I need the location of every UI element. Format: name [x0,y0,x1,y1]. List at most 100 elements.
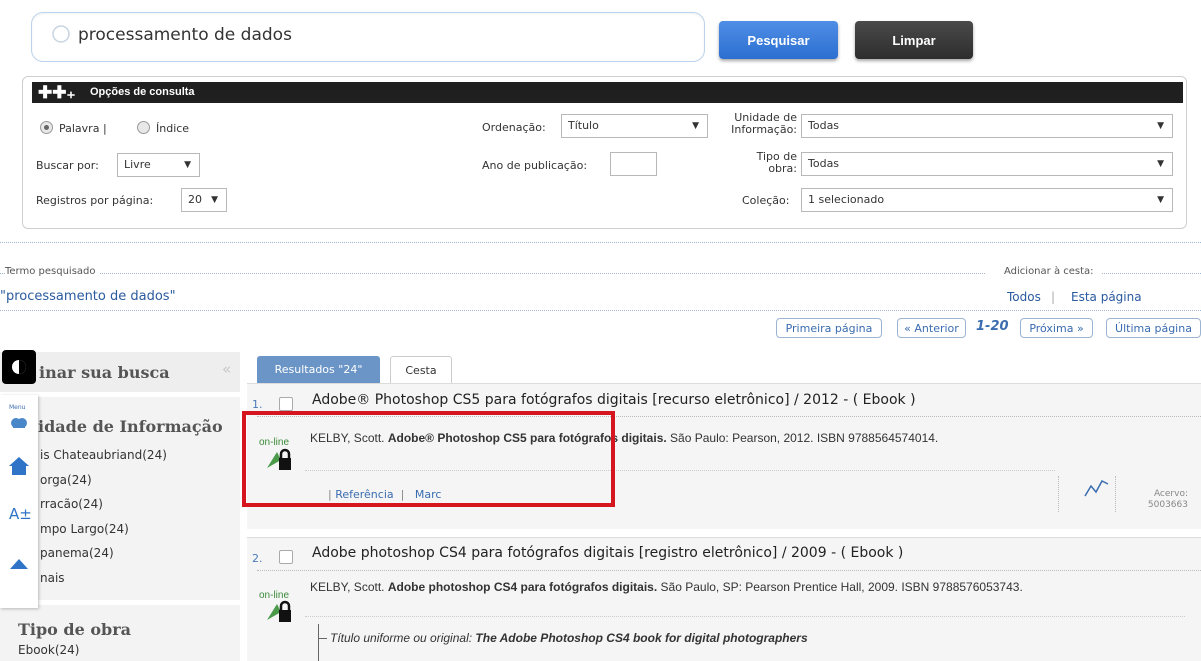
per-page-label: Registros por página: [36,194,154,207]
next-page-button[interactable]: Próxima » [1020,318,1093,338]
result-number: 2. [252,552,263,565]
order-value: Título [568,119,599,132]
result-description: KELBY, Scott. Adobe photoshop CS4 para f… [310,580,1023,594]
search-term-label: Termo pesquisado [5,266,99,277]
result-title[interactable]: Adobe photoshop CS4 para fotógrafos digi… [312,545,903,561]
clear-button[interactable]: Limpar [855,21,973,59]
search-by-value: Livre [124,158,151,171]
facet-unit-item[interactable]: orga(24) [40,468,167,493]
acervo-label: Acervo: [1153,489,1188,499]
facet-type-item[interactable]: Ebook(24) [18,643,79,657]
unit-label-line2: Informação: [731,123,797,136]
facet-unit-item[interactable]: is Chateaubriand(24) [40,443,167,468]
result-author: KELBY, Scott. [310,580,385,594]
dropdown-arrow-icon: ▼ [184,160,191,170]
radio-word-label: Palavra | [59,122,107,135]
collection-value: 1 selecionado [808,193,885,206]
dropdown-arrow-icon: ▼ [692,121,699,131]
collapse-sidebar-icon[interactable]: « [222,360,231,378]
cart-add-all-link[interactable]: Todos [1007,290,1041,304]
radio-word[interactable] [40,121,53,134]
search-button[interactable]: Pesquisar [719,21,838,59]
divider [1102,273,1201,274]
previous-page-button[interactable]: « Anterior [897,318,966,338]
page-range: 1-20 [976,319,1009,334]
per-page-value: 20 [188,193,202,206]
last-page-button[interactable]: Última página [1106,318,1201,338]
acervo-value: 5003663 [1147,500,1188,510]
order-select[interactable]: Título ▼ [561,114,708,138]
result-imprint: São Paulo: Pearson, 2012. ISBN 978856457… [670,431,939,445]
cart-add-page-link[interactable]: Esta página [1071,290,1142,304]
facet-type-title: Tipo de obra [18,620,132,639]
radio-index-label: Índice [156,122,190,135]
search-icon [52,25,70,43]
dropdown-arrow-icon: ▼ [1157,121,1164,131]
year-input[interactable] [610,152,657,176]
contrast-icon [12,360,26,374]
uniform-title-label: Título uniforme ou original: [330,631,473,645]
dropdown-arrow-icon: ▼ [1157,159,1164,169]
divider [257,570,1201,571]
type-value: Todas [808,157,840,170]
tab-results[interactable]: Resultados "24" [257,356,380,383]
divider [1115,476,1116,512]
facet-unit-item[interactable]: panema(24) [40,541,167,566]
search-by-label: Buscar por: [36,159,99,172]
radio-index[interactable] [137,121,150,134]
dropdown-arrow-icon: ▼ [211,195,218,205]
cart-separator: | [1051,290,1056,304]
facet-unit-item[interactable]: rracão(24) [40,492,167,517]
acervo-info: Acervo: 5003663 [1140,489,1188,511]
result-select-checkbox[interactable] [279,550,293,564]
statistics-chart-icon[interactable] [1084,478,1110,498]
result-number: 1. [252,398,263,411]
year-label: Ano de publicação: [482,159,588,172]
result-imprint: São Paulo, SP: Pearson Prentice Hall, 20… [660,580,1023,594]
tree-line [318,638,327,639]
contrast-toggle[interactable] [2,350,36,384]
order-label: Ordenação: [482,121,546,134]
per-page-select[interactable]: 20 ▼ [181,188,227,212]
search-term-value: "processamento de dados" [0,289,176,304]
font-size-icon[interactable]: A± [9,505,32,523]
unit-select[interactable]: Todas ▼ [801,114,1173,138]
tab-cart[interactable]: Cesta [390,356,452,383]
uniform-title-value: The Adobe Photoshop CS4 book for digital… [475,631,808,645]
result-title[interactable]: Adobe® Photoshop CS5 para fotógrafos dig… [312,392,916,408]
options-header[interactable]: ✚✚₊ Opções de consulta [32,82,1183,103]
dropdown-arrow-icon: ▼ [1157,195,1164,205]
uniform-title: Título uniforme ou original: The Adobe P… [330,631,808,645]
result-bold-title: Adobe photoshop CS4 para fotógrafos digi… [387,580,658,594]
facet-unit-item[interactable]: mpo Largo(24) [40,517,167,542]
divider [305,616,1185,617]
online-lock-icon [267,600,291,622]
type-label: Tipo de obra: [720,151,797,175]
scroll-up-icon[interactable] [8,553,30,575]
unit-label: Unidade de Informação: [720,112,797,136]
first-page-button[interactable]: Primeira página [776,318,882,338]
type-label-line2: obra: [768,162,797,175]
divider [0,310,1201,311]
tree-line [318,624,319,661]
refine-search-title: inar sua busca [39,363,170,382]
collection-label: Coleção: [742,194,790,207]
divider [0,273,985,274]
add-to-cart-label: Adicionar à cesta: [1004,266,1097,277]
home-icon[interactable] [8,455,30,477]
divider [0,242,1201,243]
facet-unit-more[interactable]: nais [40,566,167,591]
facet-unit-list: is Chateaubriand(24) orga(24) rracão(24)… [40,443,167,590]
options-header-label: Opções de consulta [90,86,195,98]
type-select[interactable]: Todas ▼ [801,152,1173,176]
divider [1058,476,1059,512]
unit-value: Todas [808,119,840,132]
expand-plus-icon: ✚✚₊ [38,83,76,102]
collection-select[interactable]: 1 selecionado ▼ [801,188,1173,212]
search-by-select[interactable]: Livre ▼ [117,153,200,177]
menu-icon[interactable] [8,410,30,432]
highlight-box [242,411,615,507]
result-select-checkbox[interactable] [279,397,293,411]
facet-unit-title: idade de Informação [38,417,223,436]
search-query-text[interactable]: processamento de dados [78,25,292,45]
